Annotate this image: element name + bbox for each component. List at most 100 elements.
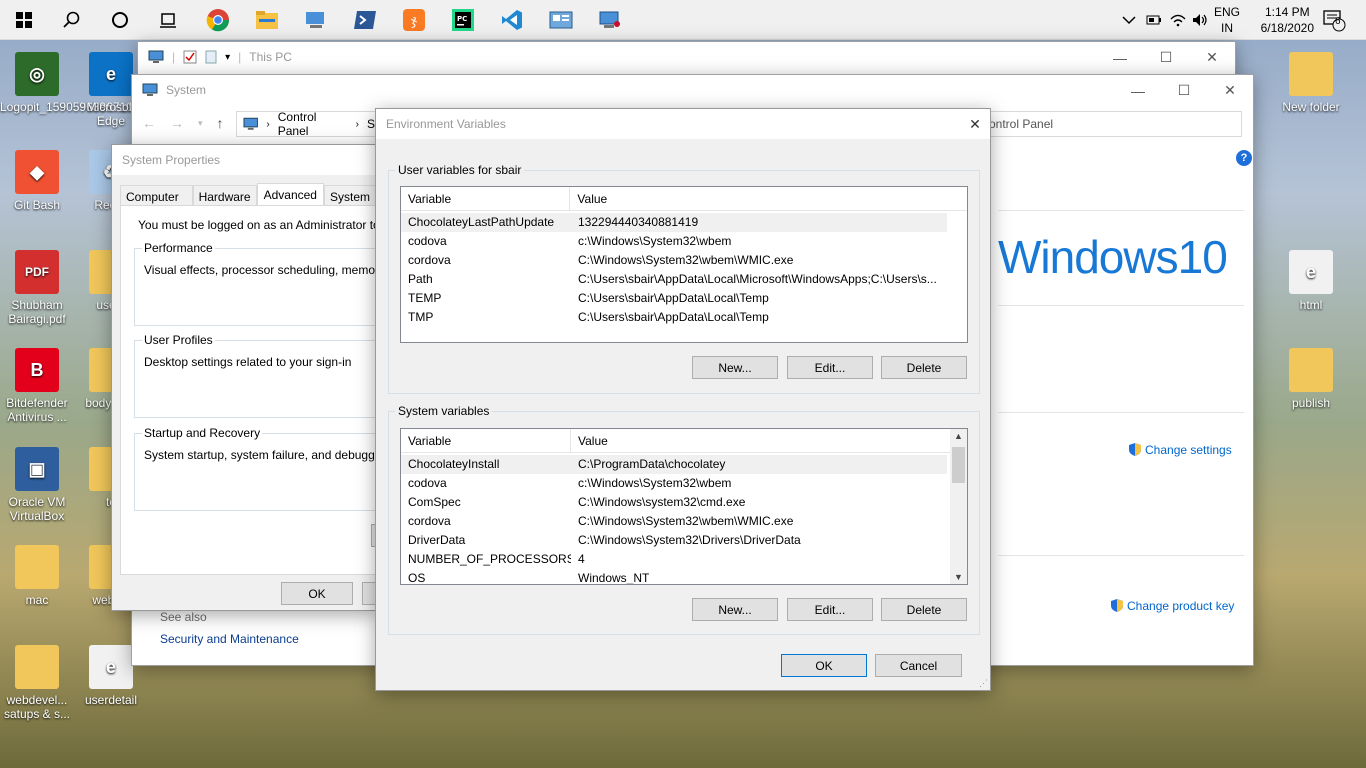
control-panel-icon	[243, 117, 258, 130]
desktop-icon[interactable]: B Bitdefender Antivirus ...	[0, 348, 74, 424]
column-header-variable[interactable]: Variable	[401, 187, 571, 210]
desktop-icon[interactable]: PDF Shubham Bairagi.pdf	[0, 250, 74, 326]
desktop-icon[interactable]: mac	[0, 545, 74, 607]
list-item[interactable]: cordova C:\Windows\System32\wbem\WMIC.exe	[401, 512, 947, 531]
forward-icon[interactable]: →	[170, 115, 184, 131]
column-header-value[interactable]: Value	[570, 187, 967, 210]
desktop-icon[interactable]: ◎ Logopit_1590596396710.png	[0, 52, 156, 114]
tab-computer-name[interactable]: Computer Name	[120, 185, 193, 218]
scrollbar-thumb[interactable]	[952, 447, 965, 483]
breadcrumb-system[interactable]: S	[367, 117, 375, 131]
pycharm-icon[interactable]: PC	[447, 4, 479, 36]
action-center-icon[interactable]: 6	[1322, 0, 1346, 40]
see-also-heading: See also	[160, 610, 207, 624]
control-panel-icon[interactable]	[594, 4, 626, 36]
startup-recovery-description: System startup, system failure, and debu…	[144, 448, 414, 462]
quick-access-icons[interactable]: | ▾ |	[148, 50, 241, 64]
resize-grip-icon[interactable]: ⋰	[979, 678, 988, 689]
user-profiles-group: User Profiles Desktop settings related t…	[134, 333, 394, 418]
user-variables-list[interactable]: Variable Value ChocolateyLastPathUpdate 1…	[400, 186, 968, 343]
app-icon: PDF	[15, 250, 59, 294]
security-maintenance-link[interactable]: Security and Maintenance	[160, 632, 299, 646]
battery-icon[interactable]	[1146, 0, 1162, 40]
list-item[interactable]: codova c:\Windows\System32\wbem	[401, 232, 947, 251]
minimize-icon[interactable]: ―	[1097, 42, 1143, 73]
search-icon[interactable]	[56, 4, 88, 36]
task-view-icon[interactable]	[152, 4, 184, 36]
system-titlebar: System	[132, 75, 1253, 105]
system-delete-button[interactable]: Delete	[881, 598, 967, 621]
list-item[interactable]: cordova C:\Windows\System32\wbem\WMIC.exe	[401, 251, 947, 270]
list-item[interactable]: codova c:\Windows\System32\wbem	[401, 474, 947, 493]
tray-chevron-icon[interactable]	[1122, 0, 1136, 40]
back-icon[interactable]: ←	[142, 115, 156, 131]
desktop-icon[interactable]: ▣ Oracle VM VirtualBox	[0, 447, 74, 523]
desktop-icon-label: publish	[1291, 396, 1331, 410]
start-button[interactable]	[8, 4, 40, 36]
ok-button[interactable]: OK	[281, 582, 353, 605]
column-header-variable[interactable]: Variable	[401, 429, 571, 452]
close-icon[interactable]: ✕	[1189, 42, 1235, 73]
list-item[interactable]: DriverData C:\Windows\System32\Drivers\Dr…	[401, 531, 947, 550]
desktop-icon-label: Git Bash	[13, 198, 61, 212]
change-settings-link[interactable]: Change settings	[1128, 442, 1232, 457]
list-item[interactable]: ComSpec C:\Windows\system32\cmd.exe	[401, 493, 947, 512]
change-product-key-link[interactable]: Change product key	[1110, 598, 1234, 613]
list-item[interactable]: TMP C:\Users\sbair\AppData\Local\Temp	[401, 308, 947, 327]
list-item[interactable]: OS Windows_NT	[401, 569, 947, 584]
system-edit-button[interactable]: Edit...	[787, 598, 873, 621]
list-item[interactable]: ChocolateyInstall C:\ProgramData\chocolat…	[401, 455, 947, 474]
tab-advanced[interactable]: Advanced	[256, 183, 324, 205]
recent-dropdown-icon[interactable]: ▾	[198, 118, 203, 129]
powershell-icon[interactable]	[349, 4, 381, 36]
close-icon[interactable]: ✕	[960, 109, 990, 140]
scroll-down-icon[interactable]: ▼	[954, 572, 963, 582]
user-edit-button[interactable]: Edit...	[787, 356, 873, 379]
system-properties-icon[interactable]	[545, 4, 577, 36]
maximize-icon[interactable]: ☐	[1143, 42, 1189, 73]
cancel-button[interactable]: Cancel	[875, 654, 962, 677]
desktop-icon-label: webdevel... satups & s...	[3, 693, 71, 721]
wifi-icon[interactable]	[1170, 0, 1186, 40]
system-variables-list[interactable]: Variable Value ▲ ▼ ChocolateyInstall C:\P…	[400, 428, 968, 585]
list-item[interactable]: ChocolateyLastPathUpdate 1322944403408814…	[401, 213, 947, 232]
change-settings-label: Change settings	[1145, 442, 1232, 457]
address-bar[interactable]: › Control Panel › S	[236, 110, 376, 138]
tab-panel-advanced: You must be logged on as an Administrato…	[120, 205, 413, 575]
vscode-icon[interactable]	[496, 4, 528, 36]
help-icon[interactable]: ?	[1236, 150, 1252, 166]
clock[interactable]: 1:14 PM 6/18/2020	[1261, 4, 1314, 36]
file-explorer-icon[interactable]	[251, 4, 283, 36]
system-new-button[interactable]: New...	[692, 598, 778, 621]
remote-desktop-icon[interactable]	[300, 4, 332, 36]
list-item[interactable]: TEMP C:\Users\sbair\AppData\Local\Temp	[401, 289, 947, 308]
cortana-icon[interactable]	[104, 4, 136, 36]
tab-hardware[interactable]: Hardware	[192, 185, 257, 205]
tab-system-protection[interactable]: System F	[323, 185, 376, 218]
list-item[interactable]: Path C:\Users\sbair\AppData\Local\Microso…	[401, 270, 947, 289]
language-indicator[interactable]: ENG IN	[1214, 4, 1240, 36]
desktop-icon[interactable]: publish	[1274, 348, 1348, 410]
minimize-icon[interactable]: ―	[1115, 75, 1161, 106]
chrome-icon[interactable]	[202, 4, 234, 36]
volume-icon[interactable]	[1192, 0, 1208, 40]
up-icon[interactable]: ↑	[217, 115, 224, 131]
desktop-icon[interactable]: ◆ Git Bash	[0, 150, 74, 212]
list-item[interactable]: NUMBER_OF_PROCESSORS 4	[401, 550, 947, 569]
vertical-scrollbar[interactable]: ▲ ▼	[950, 429, 967, 584]
search-box[interactable]: ontrol Panel	[982, 111, 1242, 137]
user-new-button[interactable]: New...	[692, 356, 778, 379]
user-delete-button[interactable]: Delete	[881, 356, 967, 379]
ok-button[interactable]: OK	[781, 654, 867, 677]
scroll-up-icon[interactable]: ▲	[954, 431, 963, 441]
desktop-icon[interactable]: e html	[1274, 250, 1348, 312]
close-icon[interactable]: ✕	[1207, 75, 1253, 106]
breadcrumb-control-panel[interactable]: Control Panel	[278, 110, 348, 138]
xampp-icon[interactable]: ჯ	[398, 4, 430, 36]
properties-icon	[183, 50, 197, 64]
column-header-value[interactable]: Value	[571, 429, 951, 452]
variable-name: ComSpec	[408, 495, 461, 509]
desktop-icon[interactable]: webdevel... satups & s...	[0, 645, 74, 721]
maximize-icon[interactable]: ☐	[1161, 75, 1207, 106]
desktop-icon[interactable]: New folder	[1274, 52, 1348, 114]
